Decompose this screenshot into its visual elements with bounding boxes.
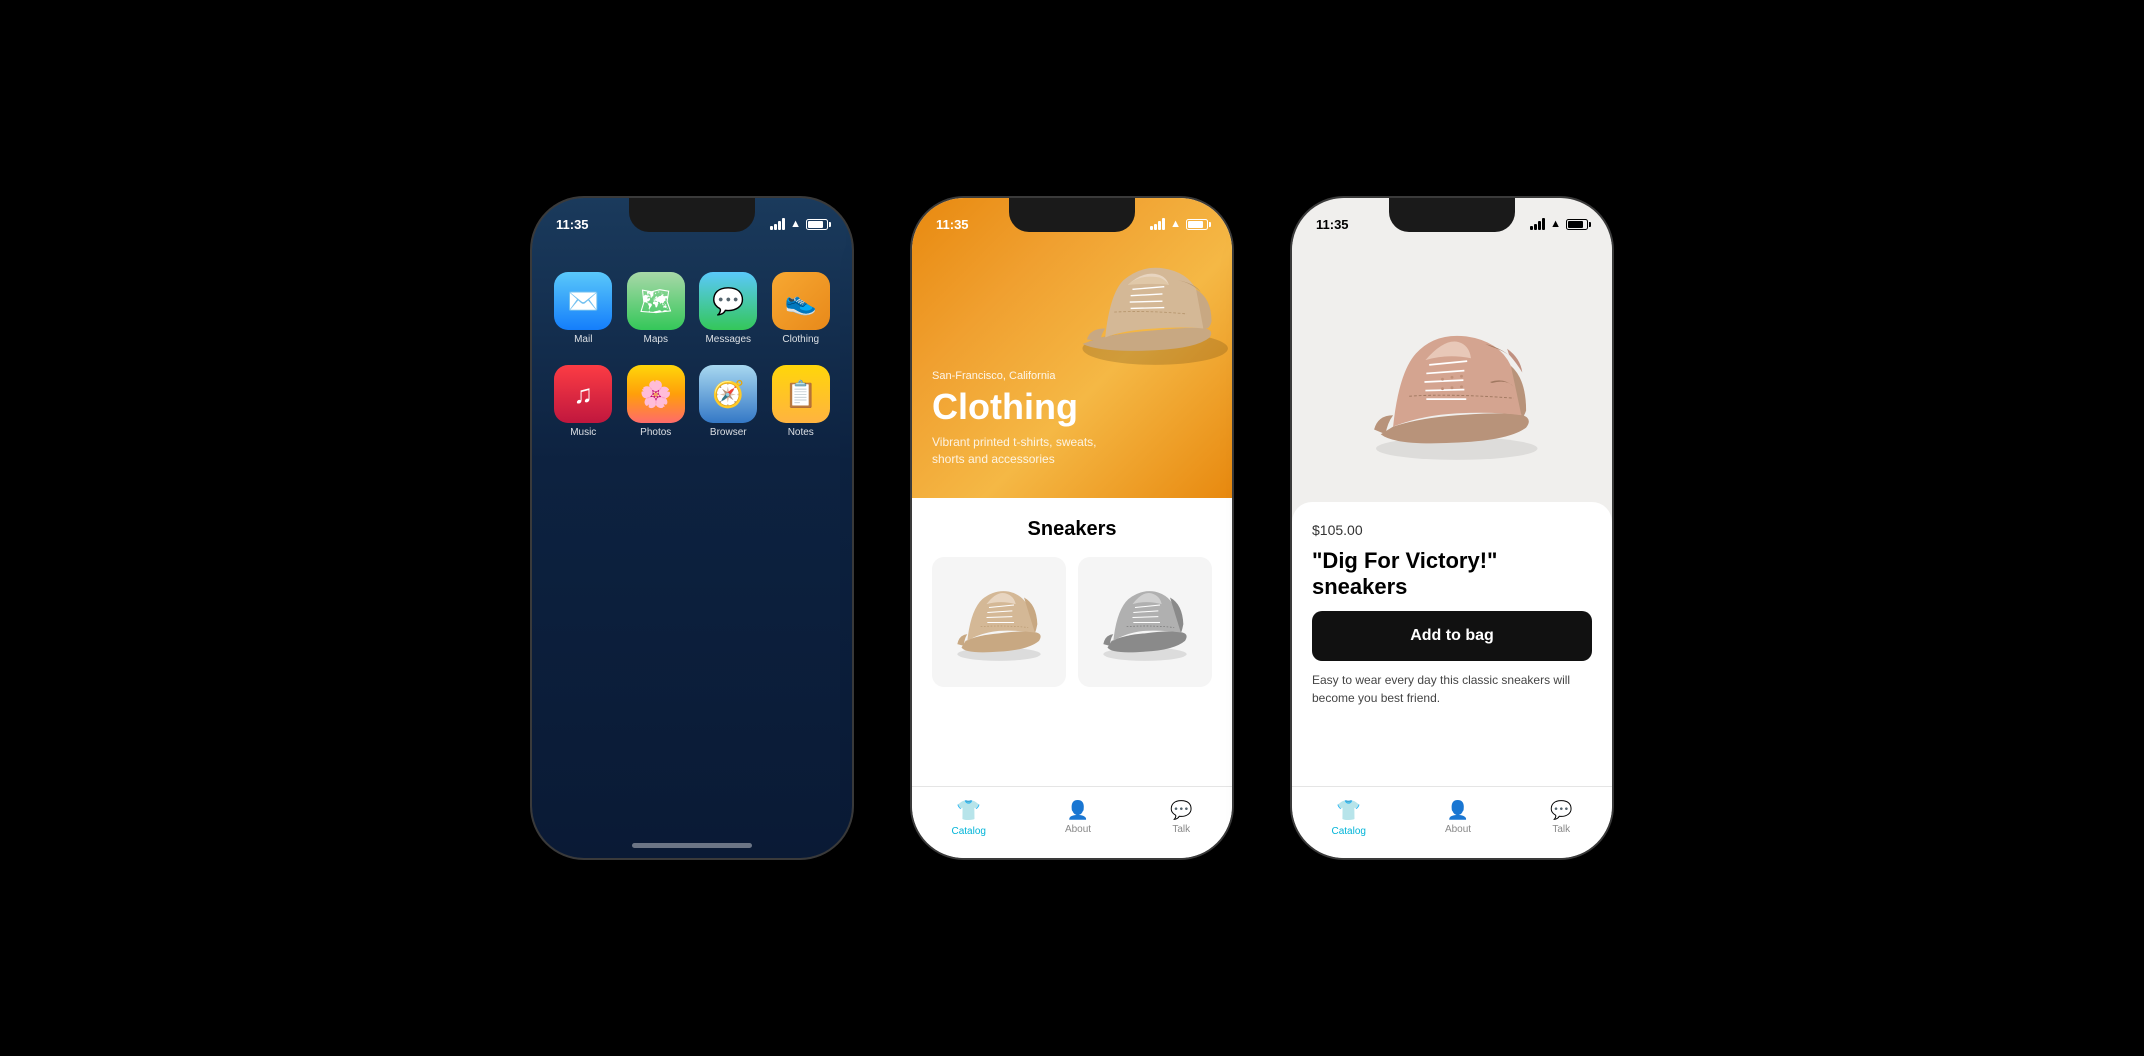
music-label: Music (570, 427, 596, 438)
catalog-tab-label: Catalog (951, 826, 985, 837)
clothing-icon: 👟 (772, 272, 830, 330)
product-screen: 11:35 ▲ (1292, 198, 1612, 858)
status-icons: ▲ (770, 218, 828, 230)
status-time: 11:35 (556, 217, 589, 232)
phone1-screen: 11:35 ▲ ✉️ (532, 198, 852, 858)
tab-bar: 👕 Catalog 👤 About 💬 Talk (1292, 786, 1612, 858)
phone3-screen: 11:35 ▲ (1292, 198, 1612, 858)
clothing-label: Clothing (782, 334, 819, 345)
signal-icon (1150, 218, 1165, 230)
messages-icon: 💬 (699, 272, 757, 330)
hero-title: Clothing (932, 386, 1112, 428)
phone2: 11:35 ▲ (912, 198, 1232, 858)
maps-label: Maps (644, 334, 668, 345)
tab-about[interactable]: 👤 About (1445, 800, 1471, 835)
talk-tab-label: Talk (1552, 824, 1570, 835)
status-time: 11:35 (936, 217, 969, 232)
notes-icon: 📋 (772, 365, 830, 423)
notes-label: Notes (788, 427, 814, 438)
status-bar: 11:35 ▲ (532, 198, 852, 242)
music-icon: ♫ (554, 365, 612, 423)
battery-icon (1186, 219, 1208, 230)
battery-fill (1568, 221, 1583, 228)
home-screen: 11:35 ▲ ✉️ (532, 198, 852, 858)
about-tab-label: About (1065, 824, 1091, 835)
status-time: 11:35 (1316, 217, 1349, 232)
phone2-screen: 11:35 ▲ (912, 198, 1232, 858)
status-icons: ▲ (1150, 218, 1208, 230)
sneaker-card-beige[interactable] (932, 557, 1066, 687)
app-music[interactable]: ♫ Music (552, 365, 615, 438)
app-photos[interactable]: 🌸 Photos (625, 365, 688, 438)
battery-icon (1566, 219, 1588, 230)
app-mail[interactable]: ✉️ Mail (552, 272, 615, 345)
add-to-bag-button[interactable]: Add to bag (1312, 611, 1592, 661)
home-icons-grid: ✉️ Mail 🗺 Maps 💬 Messages 👟 Clothing (532, 242, 852, 438)
product-hero (1292, 242, 1612, 502)
product-description: Easy to wear every day this classic snea… (1312, 671, 1592, 707)
product-name: "Dig For Victory!" sneakers (1312, 548, 1592, 601)
home-indicator (632, 843, 752, 848)
tab-about[interactable]: 👤 About (1065, 800, 1091, 835)
sneaker-grey-image (1095, 580, 1195, 665)
photos-label: Photos (640, 427, 671, 438)
hero-text: San-Francisco, California Clothing Vibra… (932, 370, 1112, 468)
tab-bar: 👕 Catalog 👤 About 💬 Talk (912, 786, 1232, 858)
messages-label: Messages (705, 334, 751, 345)
mail-icon: ✉️ (554, 272, 612, 330)
catalog-content: Sneakers (912, 498, 1232, 786)
about-tab-icon: 👤 (1447, 800, 1469, 821)
mail-label: Mail (574, 334, 592, 345)
status-bar: 11:35 ▲ (1292, 198, 1612, 242)
status-icons: ▲ (1530, 218, 1588, 230)
signal-icon (770, 218, 785, 230)
maps-icon: 🗺 (627, 272, 685, 330)
talk-tab-icon: 💬 (1550, 800, 1572, 821)
phone1: 11:35 ▲ ✉️ (532, 198, 852, 858)
sneakers-grid (932, 557, 1212, 687)
about-tab-label: About (1445, 824, 1471, 835)
tab-talk[interactable]: 💬 Talk (1550, 800, 1572, 835)
app-maps[interactable]: 🗺 Maps (625, 272, 688, 345)
app-browser[interactable]: 🧭 Browser (697, 365, 760, 438)
hero-location: San-Francisco, California (932, 370, 1112, 382)
product-info: $105.00 "Dig For Victory!" sneakers Add … (1292, 502, 1612, 786)
status-bar: 11:35 ▲ (912, 198, 1232, 242)
battery-fill (808, 221, 823, 228)
phone3: 11:35 ▲ (1292, 198, 1612, 858)
talk-tab-label: Talk (1172, 824, 1190, 835)
app-messages[interactable]: 💬 Messages (697, 272, 760, 345)
wifi-icon: ▲ (790, 218, 801, 230)
signal-icon (1530, 218, 1545, 230)
sneaker-beige-image (949, 580, 1049, 665)
about-tab-icon: 👤 (1067, 800, 1089, 821)
hero-sneaker-image (1037, 228, 1232, 378)
battery-fill (1188, 221, 1203, 228)
tab-catalog[interactable]: 👕 Catalog (1331, 798, 1365, 837)
catalog-tab-label: Catalog (1331, 826, 1365, 837)
tab-talk[interactable]: 💬 Talk (1170, 800, 1192, 835)
catalog-hero: 11:35 ▲ (912, 198, 1232, 498)
catalog-screen: 11:35 ▲ (912, 198, 1232, 858)
wifi-icon: ▲ (1550, 218, 1561, 230)
tab-catalog[interactable]: 👕 Catalog (951, 798, 985, 837)
talk-tab-icon: 💬 (1170, 800, 1192, 821)
app-clothing[interactable]: 👟 Clothing (770, 272, 833, 345)
hero-subtitle: Vibrant printed t-shirts, sweats, shorts… (932, 434, 1112, 468)
product-sneaker-image (1357, 297, 1547, 467)
browser-icon: 🧭 (699, 365, 757, 423)
sneaker-card-grey[interactable] (1078, 557, 1212, 687)
catalog-tab-icon: 👕 (956, 798, 981, 823)
catalog-tab-icon: 👕 (1336, 798, 1361, 823)
photos-icon: 🌸 (627, 365, 685, 423)
product-price: $105.00 (1312, 522, 1592, 538)
section-title: Sneakers (932, 518, 1212, 541)
battery-icon (806, 219, 828, 230)
app-notes[interactable]: 📋 Notes (770, 365, 833, 438)
browser-label: Browser (710, 427, 747, 438)
wifi-icon: ▲ (1170, 218, 1181, 230)
